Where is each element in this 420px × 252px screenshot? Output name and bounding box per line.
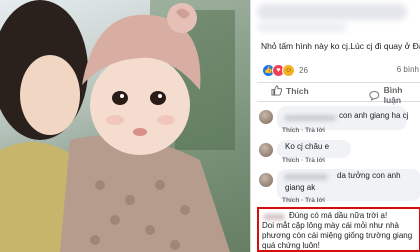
highlighted-comment-line1: Đúng có má dầu nữa trời ạ!	[289, 211, 388, 220]
thumbs-up-icon	[271, 85, 282, 96]
like-button[interactable]: Thích	[271, 85, 309, 96]
baby-photo-illustration	[0, 0, 250, 252]
post-caption: Nhỏ tấm hình này ko cj.Lúc cj đi quay ở …	[261, 41, 420, 51]
action-bar: Thích Bình luận	[257, 82, 420, 105]
comment-button[interactable]: Bình luận	[369, 85, 420, 105]
blurred-header-meta	[257, 22, 347, 32]
highlighted-comment-line4: quá chứng luôn!	[262, 241, 320, 250]
comment-text-line1: da tưởng con anh	[337, 171, 401, 180]
post-photo[interactable]	[0, 0, 250, 252]
blurred-commenter-name	[284, 174, 328, 180]
comment-actions[interactable]: Thích · Trả lời	[282, 197, 325, 204]
comment-actions[interactable]: Thích · Trả lời	[282, 157, 325, 164]
comment-count[interactable]: 6 bình	[397, 65, 419, 74]
highlighted-comment-line2: Doi mắt cặp lông mày cái mỏi như nhà	[262, 221, 399, 230]
blurred-header	[257, 4, 407, 20]
post-panel: Nhỏ tấm hình này ko cj.Lúc cj đi quay ở …	[250, 0, 420, 252]
blurred-commenter-name	[284, 115, 336, 121]
comment-actions[interactable]: Thích · Trả lời	[282, 127, 325, 134]
highlighted-comment-line3: phương còn cái miệng giống trường giang	[262, 231, 413, 240]
comment-text: con anh giang ha cj	[339, 111, 409, 120]
haha-icon: ☺	[282, 63, 295, 77]
comment-button-label: Bình luận	[383, 85, 403, 105]
like-button-label: Thích	[286, 85, 309, 96]
reaction-summary[interactable]: 👍 ♥ ☺ 26	[262, 63, 308, 77]
comment-text-line2: giang ak	[285, 183, 316, 192]
reaction-count: 26	[299, 65, 308, 75]
avatar[interactable]	[259, 173, 273, 187]
avatar[interactable]	[259, 110, 273, 124]
highlighted-comment-frame: Đúng có má dầu nữa trời ạ! Doi mắt cặp l…	[257, 207, 420, 252]
comment-text: Ko cj châu e	[285, 142, 330, 151]
blurred-commenter-name	[263, 214, 285, 220]
comment-bubble: Ko cj châu e	[277, 140, 351, 158]
avatar[interactable]	[259, 143, 273, 157]
comment-icon	[369, 90, 380, 101]
